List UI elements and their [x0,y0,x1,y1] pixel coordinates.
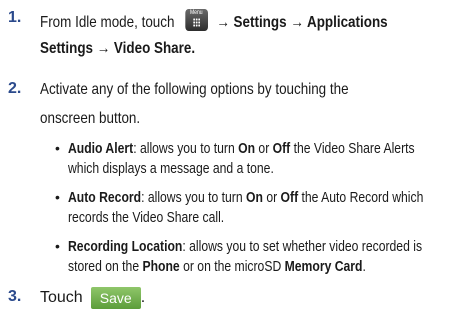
step-3-number: 3. [8,288,22,305]
menu-icon-label: Menu [189,10,203,16]
step-3-period: . [140,289,146,307]
menu-grid-glyph [192,18,201,27]
step-1-number: 1. [8,9,22,26]
option-auto-record-line-1: Auto Record: allows you to turn On or Of… [68,190,424,206]
menu-icon: Menu [184,9,208,31]
step-3-line: Touch Save. [40,287,145,309]
step-1-text: From Idle mode, touch [40,14,175,31]
step-3-text: Touch [40,289,83,307]
step-1-line-2: Settings → Video Share. [40,39,225,59]
option-recording-location-line-1: Recording Location: allows you to set wh… [68,239,423,255]
step-1-line-1: From Idle mode, touch Menu → Settings → … [40,9,454,33]
step-1-path: → Settings → Applications [216,14,388,31]
bullet-icon: • [55,140,60,156]
step-2-line-2: onscreen button. [40,110,141,127]
step-1-path-cont: Settings → Video Share. [40,40,196,57]
bullet-icon: • [55,238,60,254]
bullet-icon: • [55,189,60,205]
option-auto-record-line-2: records the Video Share call. [68,210,225,226]
option-recording-location-line-2: stored on the Phone or on the microSD Me… [68,259,366,275]
option-audio-alert-line-2: which displays a message and a tone. [68,161,274,177]
save-button[interactable]: Save [90,287,141,309]
option-audio-alert-line-1: Audio Alert: allows you to turn On or Of… [68,141,415,157]
step-2-number: 2. [8,80,22,97]
step-2-line-1: Activate any of the following options by… [40,81,349,98]
